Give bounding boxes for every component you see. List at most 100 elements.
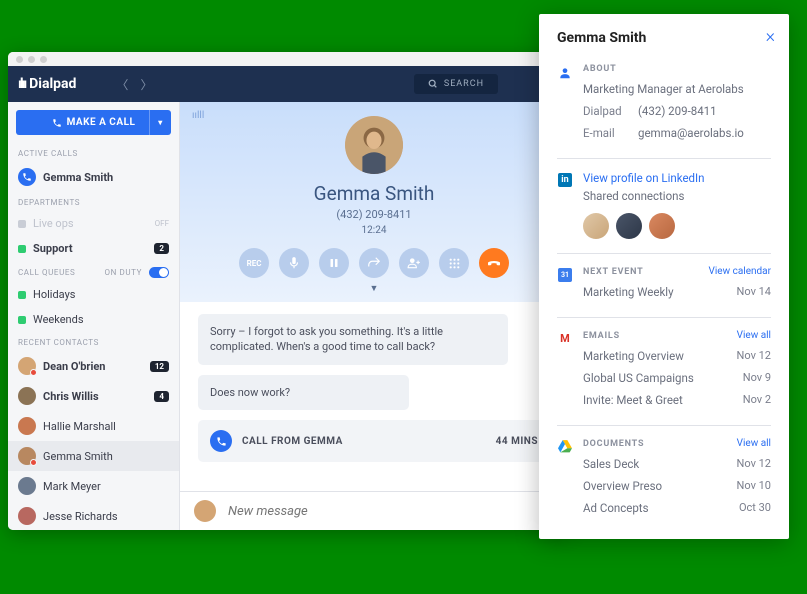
sidebar: MAKE A CALL ▾ ACTIVE CALLS Gemma Smith D… xyxy=(8,102,180,530)
close-button[interactable]: × xyxy=(766,26,775,47)
nav-forward-button[interactable]: 〉 xyxy=(140,76,152,93)
phone-icon xyxy=(210,430,232,452)
drive-icon xyxy=(558,440,572,519)
avatar xyxy=(18,447,36,465)
app-window: ılıı Dialpad 〈 〉 SEARCH MAKE A CALL ▾ AC… xyxy=(8,52,568,530)
contact-name: Jesse Richards xyxy=(43,510,118,523)
avatar[interactable] xyxy=(583,213,609,239)
nav-back-button[interactable]: 〈 xyxy=(116,76,128,93)
contact-name: Gemma Smith xyxy=(43,450,113,463)
event-name: Marketing Weekly xyxy=(583,285,737,299)
profile-email: gemma@aerolabs.io xyxy=(638,126,771,140)
count-badge: 2 xyxy=(154,243,169,254)
add-participant-button[interactable] xyxy=(399,248,429,278)
make-call-label: MAKE A CALL xyxy=(67,117,136,128)
view-all-docs-link[interactable]: View all xyxy=(737,438,771,449)
document-row[interactable]: Ad ConceptsOct 30 xyxy=(583,497,771,519)
avatar[interactable] xyxy=(649,213,675,239)
dept-label: Support xyxy=(33,242,73,255)
next-event-label: NEXT EVENT xyxy=(583,267,644,277)
contact-avatar xyxy=(345,116,403,174)
document-row[interactable]: Overview PresoNov 10 xyxy=(583,475,771,497)
call-log-row[interactable]: CALL FROM GEMMA 44 MINS xyxy=(198,420,550,462)
call-log-label: CALL FROM GEMMA xyxy=(242,436,343,447)
presence-badge-icon xyxy=(30,369,37,376)
dialpad-button[interactable] xyxy=(439,248,469,278)
call-header: ıılll ⋮ Gemma Smith (432) 209-8411 12:24… xyxy=(180,102,568,302)
count-badge: 4 xyxy=(154,391,169,402)
gmail-icon: M xyxy=(560,332,570,411)
section-departments: DEPARTMENTS xyxy=(8,192,179,211)
avatar xyxy=(18,477,36,495)
self-avatar xyxy=(194,500,216,522)
contact-row[interactable]: Hallie Marshall xyxy=(8,411,179,441)
profile-panel: × Gemma Smith ABOUT Marketing Manager at… xyxy=(539,14,789,539)
hangup-button[interactable] xyxy=(479,248,509,278)
search-input[interactable]: SEARCH xyxy=(414,74,498,94)
contact-row[interactable]: Jesse Richards xyxy=(8,501,179,530)
documents-label: DOCUMENTS xyxy=(583,439,644,449)
presence-badge-icon xyxy=(30,459,37,466)
logo-mark-icon: ılıı xyxy=(18,76,25,92)
make-call-dropdown[interactable]: ▾ xyxy=(149,110,171,135)
window-close-dot[interactable] xyxy=(16,56,23,63)
email-row[interactable]: Global US CampaignsNov 9 xyxy=(583,367,771,389)
queue-holidays[interactable]: Holidays xyxy=(8,282,179,307)
field-label: Dialpad xyxy=(583,104,638,118)
avatar xyxy=(18,417,36,435)
message-composer xyxy=(180,491,568,530)
calendar-icon: 31 xyxy=(558,268,572,282)
contact-row-gemma[interactable]: Gemma Smith xyxy=(8,441,179,471)
document-row[interactable]: Sales DeckNov 12 xyxy=(583,453,771,475)
divider xyxy=(557,425,771,426)
email-row[interactable]: Invite: Meet & GreetNov 2 xyxy=(583,389,771,411)
view-all-emails-link[interactable]: View all xyxy=(737,330,771,341)
dept-support[interactable]: Support 2 xyxy=(8,236,179,261)
window-controls xyxy=(8,52,568,66)
contact-name: Hallie Marshall xyxy=(43,420,116,433)
search-icon xyxy=(428,79,438,89)
search-label: SEARCH xyxy=(444,79,484,89)
queue-label: Holidays xyxy=(33,288,75,301)
make-call-button[interactable]: MAKE A CALL ▾ xyxy=(16,110,171,135)
avatar[interactable] xyxy=(616,213,642,239)
count-badge: 12 xyxy=(150,361,169,372)
mute-button[interactable] xyxy=(279,248,309,278)
dept-live-ops[interactable]: Live ops OFF xyxy=(8,211,179,236)
contact-row[interactable]: Mark Meyer xyxy=(8,471,179,501)
divider xyxy=(557,317,771,318)
message-bubble: Does now work? xyxy=(198,375,409,410)
about-label: ABOUT xyxy=(583,64,771,74)
call-duration: 44 MINS xyxy=(496,436,538,447)
signal-strength-icon: ıılll xyxy=(192,110,204,121)
section-active-calls: ACTIVE CALLS xyxy=(8,143,179,162)
off-indicator: OFF xyxy=(155,219,169,228)
hold-button[interactable] xyxy=(319,248,349,278)
call-timer: 12:24 xyxy=(180,225,568,236)
dept-label: Live ops xyxy=(33,217,74,230)
contact-row[interactable]: Dean O'brien 12 xyxy=(8,351,179,381)
profile-phone: (432) 209-8411 xyxy=(638,104,771,118)
expand-button[interactable]: ▼ xyxy=(180,283,568,294)
contact-row[interactable]: Chris Willis 4 xyxy=(8,381,179,411)
on-duty-toggle[interactable] xyxy=(149,267,169,278)
status-dot-icon xyxy=(18,245,26,253)
message-input[interactable] xyxy=(226,503,554,520)
main-content: ıılll ⋮ Gemma Smith (432) 209-8411 12:24… xyxy=(180,102,568,530)
avatar xyxy=(18,357,36,375)
queue-label: Weekends xyxy=(33,313,84,326)
queue-weekends[interactable]: Weekends xyxy=(8,307,179,332)
section-call-queues: CALL QUEUES ON DUTY xyxy=(8,261,179,282)
view-calendar-link[interactable]: View calendar xyxy=(709,266,772,277)
linkedin-link[interactable]: View profile on LinkedIn xyxy=(583,171,771,185)
message-thread: Sorry – I forgot to ask you something. I… xyxy=(180,302,568,491)
profile-title: Marketing Manager at Aerolabs xyxy=(583,82,771,96)
shared-label: Shared connections xyxy=(583,189,771,203)
active-call-row[interactable]: Gemma Smith xyxy=(8,162,179,192)
record-button[interactable]: REC xyxy=(239,248,269,278)
transfer-button[interactable] xyxy=(359,248,389,278)
window-minimize-dot[interactable] xyxy=(28,56,35,63)
window-maximize-dot[interactable] xyxy=(40,56,47,63)
email-row[interactable]: Marketing OverviewNov 12 xyxy=(583,345,771,367)
shared-connections xyxy=(583,213,771,239)
